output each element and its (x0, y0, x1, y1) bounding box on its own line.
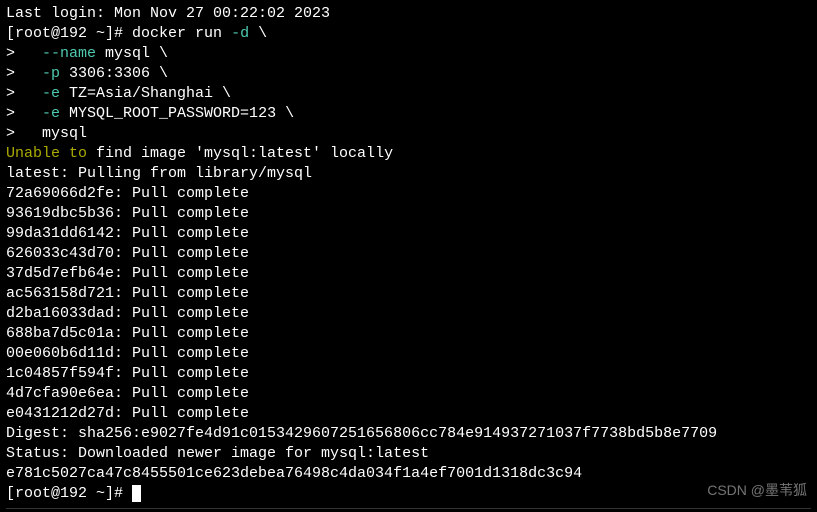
flag-name: --name (42, 45, 96, 62)
cont-rest: TZ=Asia/Shanghai \ (60, 85, 231, 102)
cont-rest: 3306:3306 \ (60, 65, 168, 82)
continuation-line[interactable]: > mysql (6, 124, 811, 144)
flag-e-tz: -e (42, 85, 60, 102)
cont-prefix: > mysql (6, 125, 87, 142)
layer-line: 72a69066d2fe: Pull complete (6, 184, 811, 204)
flag-e-pw: -e (42, 105, 60, 122)
prompt-line-2[interactable]: [root@192 ~]# (6, 484, 811, 504)
cont-prefix: > (6, 85, 42, 102)
layer-line: d2ba16033dad: Pull complete (6, 304, 811, 324)
flag-d: -d (231, 25, 249, 42)
continuation-line[interactable]: > --name mysql \ (6, 44, 811, 64)
digest-line: Digest: sha256:e9027fe4d91c0153429607251… (6, 424, 811, 444)
cont-rest: mysql \ (96, 45, 168, 62)
flag-p: -p (42, 65, 60, 82)
cont-prefix: > (6, 105, 42, 122)
pulling-line: latest: Pulling from library/mysql (6, 164, 811, 184)
cont-prefix: > (6, 65, 42, 82)
prompt-userhost: [root@192 ~]# (6, 485, 132, 502)
continuation-line[interactable]: > -e TZ=Asia/Shanghai \ (6, 84, 811, 104)
cmd-text: docker run (123, 25, 231, 42)
layer-line: 4d7cfa90e6ea: Pull complete (6, 384, 811, 404)
layer-line: 37d5d7efb64e: Pull complete (6, 264, 811, 284)
unable-line: Unable to find image 'mysql:latest' loca… (6, 144, 811, 164)
cmd-tail: \ (249, 25, 267, 42)
prompt-line-1[interactable]: [root@192 ~]# docker run -d \ (6, 24, 811, 44)
layer-line: 99da31dd6142: Pull complete (6, 224, 811, 244)
cursor-icon (132, 485, 141, 502)
status-line: Status: Downloaded newer image for mysql… (6, 444, 811, 464)
layer-line: ac563158d721: Pull complete (6, 284, 811, 304)
layer-line: 1c04857f594f: Pull complete (6, 364, 811, 384)
watermark: CSDN @墨苇狐 (707, 480, 807, 500)
layer-line: 93619dbc5b36: Pull complete (6, 204, 811, 224)
divider (6, 508, 811, 509)
cont-prefix: > (6, 45, 42, 62)
prompt-userhost: [root@192 ~]# (6, 25, 123, 42)
container-id-line: e781c5027ca47c8455501ce623debea76498c4da… (6, 464, 811, 484)
cont-rest: MYSQL_ROOT_PASSWORD=123 \ (60, 105, 294, 122)
continuation-line[interactable]: > -e MYSQL_ROOT_PASSWORD=123 \ (6, 104, 811, 124)
unable-pre: Unable to (6, 145, 87, 162)
layer-line: e0431212d27d: Pull complete (6, 404, 811, 424)
layer-line: 688ba7d5c01a: Pull complete (6, 324, 811, 344)
last-login-line: Last login: Mon Nov 27 00:22:02 2023 (6, 4, 811, 24)
layer-line: 626033c43d70: Pull complete (6, 244, 811, 264)
layer-line: 00e060b6d11d: Pull complete (6, 344, 811, 364)
continuation-line[interactable]: > -p 3306:3306 \ (6, 64, 811, 84)
unable-post: find image 'mysql:latest' locally (87, 145, 393, 162)
